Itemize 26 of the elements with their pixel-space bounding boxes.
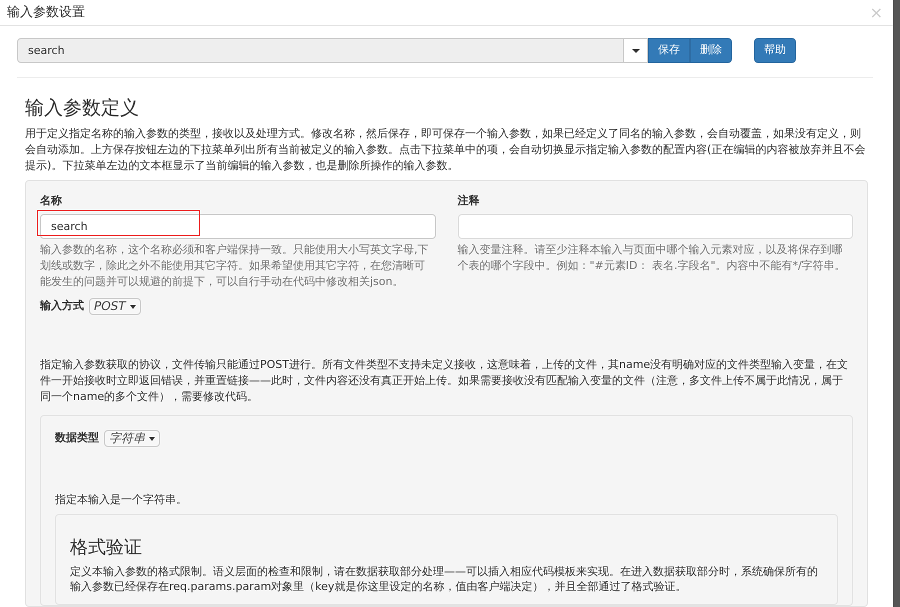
field-label: 数据类型 bbox=[55, 430, 99, 446]
caret-icon bbox=[149, 436, 155, 440]
field-label: 输入方式 bbox=[40, 298, 84, 314]
scrollbar[interactable] bbox=[893, 0, 900, 607]
type-description: 指定本输入是一个字符串。 bbox=[55, 492, 188, 508]
window-title: 输入参数设置 bbox=[7, 4, 85, 22]
caret-icon bbox=[130, 304, 136, 308]
help-button[interactable]: 帮助 bbox=[754, 38, 796, 63]
caret-icon bbox=[632, 48, 640, 52]
field-help: 输入变量注释。请至少注释本输入与页面中哪个输入元素对应，以及将保存到哪个表的哪个字段中。例如："#元素ID： 表名.字段名"。内容中不能有*/字符串。 bbox=[458, 242, 847, 274]
method-description: 指定输入参数获取的协议，文件传输只能通过POST进行。所有文件类型不支持未定义接收，这意味着，上传的文件，其name没有明确对应的文件类型输入变量，在文件一开始接收时立即返回错误，并重置链接——此时，文件内容还没有真正开始上传。如果需要接收没有匹配输入变量的文件（注意，多文件上传不属于此情况，属于同一个name的多个文件），需要修改代码。 bbox=[40, 357, 850, 405]
type-select[interactable]: 字符串 bbox=[104, 430, 160, 447]
delete-button[interactable]: 删除 bbox=[690, 38, 732, 63]
section-description: 用于定义指定名称的输入参数的类型，接收以及处理方式。修改名称，然后保存，即可保存一个输入参数，如果已经定义了同名的输入参数，会自动覆盖，如果没有定义，则会自动添加。上方保存按钮左边的下拉菜单列出所有当前被定义的输入参数。点击下拉菜单中的项，会自动切换显示指定输入参数的配置内容(正在编辑的内容被放弃并且不会提示)。下拉菜单左边的文本框显示了当前编辑的输入参数，也是删除所操作的输入参数。 bbox=[25, 126, 866, 174]
text-field[interactable] bbox=[458, 214, 853, 239]
method-select[interactable]: POST bbox=[89, 298, 141, 315]
field-help: 输入参数的名称，这个名称必须和客户端保持一致。只能使用大小写英文字母,下划线或数字，除此之外不能使用其它字符。如果希望使用其它字符，在您清晰可能发生的问题并可以规避的前提下，可以自行手动在代码中修改相关json。 bbox=[40, 242, 430, 290]
dropdown-button[interactable] bbox=[624, 38, 648, 63]
save-button[interactable]: 保存 bbox=[648, 38, 690, 63]
text-field[interactable]: search bbox=[40, 214, 436, 239]
field-label: 注释 bbox=[458, 193, 480, 209]
validation-heading: 格式验证 bbox=[70, 536, 143, 560]
param-name-field[interactable]: search bbox=[17, 38, 624, 63]
section-heading: 输入参数定义 bbox=[25, 96, 140, 121]
validation-description: 定义本输入参数的格式限制。语义层面的检查和限制，请在数据获取部分处理——可以插入相应代码模板来实现。在进入数据获取部分时，系统确保所有的输入参数已经保存在req.params.param对象里（key就是你这里设定的名称，值由客户端决定），并且全部通过了格式验证。 bbox=[70, 564, 819, 594]
field-label: 名称 bbox=[40, 193, 63, 209]
